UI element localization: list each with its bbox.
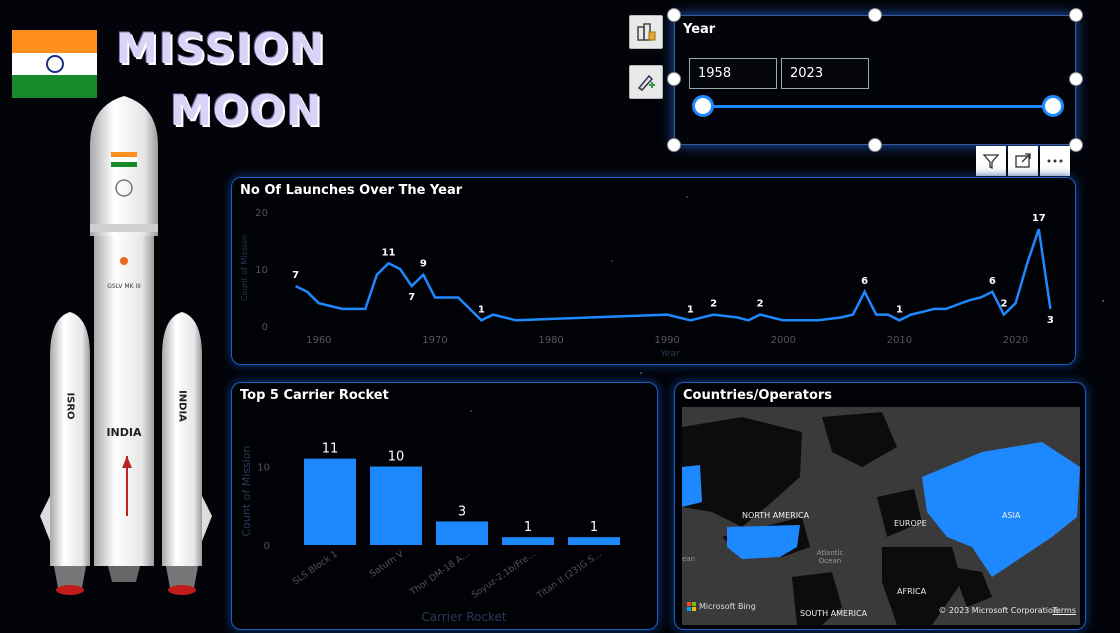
bar-data-label: 1 — [524, 520, 532, 535]
line-data-label: 2 — [757, 299, 764, 310]
year-slicer[interactable]: Year 1958 2023 — [674, 15, 1076, 145]
rocket-body-label-center: INDIA — [106, 426, 142, 439]
map-terms-link[interactable]: Terms — [1052, 606, 1076, 615]
resize-handle[interactable] — [1069, 72, 1083, 86]
bar-category-label: Saturn V — [368, 549, 406, 580]
slicer-title: Year — [683, 22, 716, 37]
rocket-body-label-left: ISRO — [65, 392, 76, 419]
bar-y-tick: 0 — [264, 541, 270, 552]
resize-handle[interactable] — [667, 8, 681, 22]
bar-data-label: 11 — [322, 442, 339, 457]
rocket-illustration: GSLV MK III INDIA ISRO INDIA — [40, 96, 212, 595]
line-data-label: 6 — [989, 276, 996, 287]
rocket-body-label-right: INDIA — [177, 390, 188, 422]
bar-category-label: Thor DM-18 A... — [408, 549, 472, 598]
map-label-ocean-edge: ean — [682, 555, 696, 563]
slicer-side-toolbar — [629, 15, 663, 115]
line-chart: 01020 1960 1970 1980 1990 2000 2010 2020 71179… — [240, 208, 1054, 359]
resize-handle[interactable] — [1069, 8, 1083, 22]
bar-category-label: SLS Block 1 — [291, 549, 340, 587]
india-flag — [12, 30, 97, 98]
year-slider-track[interactable] — [703, 105, 1055, 108]
line-data-label: 7 — [292, 270, 299, 281]
microsoft-logo-icon — [687, 602, 696, 611]
add-paint-icon[interactable] — [629, 65, 663, 99]
line-x-tick: 2020 — [1003, 335, 1028, 346]
bar-data-label: 1 — [590, 520, 598, 535]
bar-data-label: 10 — [388, 450, 405, 465]
year-start-input[interactable]: 1958 — [689, 58, 777, 89]
resize-handle[interactable] — [1069, 138, 1083, 152]
bing-label: Microsoft Bing — [699, 602, 756, 611]
line-data-label: 3 — [1047, 315, 1054, 326]
filter-icon[interactable] — [976, 146, 1006, 176]
line-data-label: 17 — [1032, 213, 1046, 224]
map-label-asia: ASIA — [1002, 511, 1021, 520]
map-label-europe: EUROPE — [894, 519, 927, 528]
line-x-tick: 1960 — [306, 335, 331, 346]
line-data-label: 2 — [1000, 299, 1007, 310]
line-data-label: 1 — [687, 304, 694, 315]
bar[interactable] — [436, 521, 488, 545]
line-data-label: 11 — [382, 247, 396, 258]
highlighted-country[interactable] — [682, 465, 702, 507]
bing-attribution: Microsoft Bing — [687, 602, 756, 611]
line-x-axis-label: Year — [659, 349, 679, 359]
map-label-africa: AFRICA — [897, 587, 927, 596]
carrier-rocket-bar-panel[interactable]: Top 5 Carrier Rocket 0 10 11 SLS Block 1 10… — [231, 382, 658, 630]
line-data-label: 9 — [420, 259, 427, 270]
countries-map-panel[interactable]: Countries/Operators NORTH AMERICA EUROPE… — [674, 382, 1086, 630]
line-y-tick: 10 — [255, 265, 268, 276]
year-slider-end-handle[interactable] — [1042, 95, 1064, 117]
map-label-south-america: SOUTH AMERICA — [800, 609, 868, 618]
bar-category-label: Titan II (23)G S... — [535, 549, 604, 601]
map-copyright: © 2023 Microsoft Corporation — [938, 606, 1058, 615]
model-label: GSLV MK III — [107, 283, 141, 290]
bar-y-tick: 10 — [257, 463, 270, 474]
resize-handle[interactable] — [667, 138, 681, 152]
map-label-north-america: NORTH AMERICA — [742, 511, 810, 520]
map-label-atlantic: Atlantic Ocean — [816, 549, 844, 565]
line-data-label: 6 — [861, 276, 868, 287]
bar[interactable] — [304, 458, 356, 545]
map-title: Countries/Operators — [683, 388, 833, 403]
bar[interactable] — [568, 537, 620, 545]
focus-mode-icon[interactable] — [1008, 146, 1038, 176]
ashoka-chakra-icon — [45, 54, 64, 73]
year-end-input[interactable]: 2023 — [781, 58, 869, 89]
line-x-tick: 2010 — [887, 335, 912, 346]
line-data-label: 1 — [896, 304, 903, 315]
line-data-label: 7 — [408, 292, 415, 303]
year-slider-start-handle[interactable] — [692, 95, 714, 117]
line-x-tick: 1980 — [538, 335, 563, 346]
line-series — [295, 228, 1052, 322]
bar[interactable] — [370, 466, 422, 545]
line-y-tick: 20 — [255, 208, 268, 219]
launches-line-chart-panel[interactable]: No Of Launches Over The Year 0 10 20 1960 1… — [231, 177, 1076, 365]
bar[interactable] — [502, 537, 554, 545]
bar-y-axis-label: Count of Mission — [240, 445, 253, 536]
bar-x-axis-label: Carrier Rocket — [421, 610, 506, 624]
title-line-1: MISSION — [116, 24, 326, 73]
line-data-label: 2 — [710, 299, 717, 310]
resize-handle[interactable] — [868, 8, 882, 22]
resize-handle[interactable] — [868, 138, 882, 152]
resize-handle[interactable] — [667, 72, 681, 86]
line-y-tick: 0 — [262, 322, 268, 333]
bar-chart: 010 11SLS Block 110Saturn V3Thor DM-18 A… — [240, 442, 620, 624]
line-y-axis-label: Count of Mission — [240, 235, 249, 301]
line-x-tick: 2000 — [771, 335, 796, 346]
line-data-label: 1 — [478, 304, 485, 315]
format-visual-icon[interactable] — [629, 15, 663, 49]
bar-data-label: 3 — [458, 504, 466, 519]
line-x-tick: 1970 — [422, 335, 447, 346]
line-x-tick: 1990 — [654, 335, 679, 346]
world-map[interactable]: NORTH AMERICA EUROPE ASIA AFRICA SOUTH A… — [682, 407, 1080, 625]
more-options-icon[interactable] — [1040, 146, 1070, 176]
bar-category-label: Soyuz-2.1b/Fre... — [470, 549, 538, 600]
visual-header-actions — [976, 146, 1070, 176]
